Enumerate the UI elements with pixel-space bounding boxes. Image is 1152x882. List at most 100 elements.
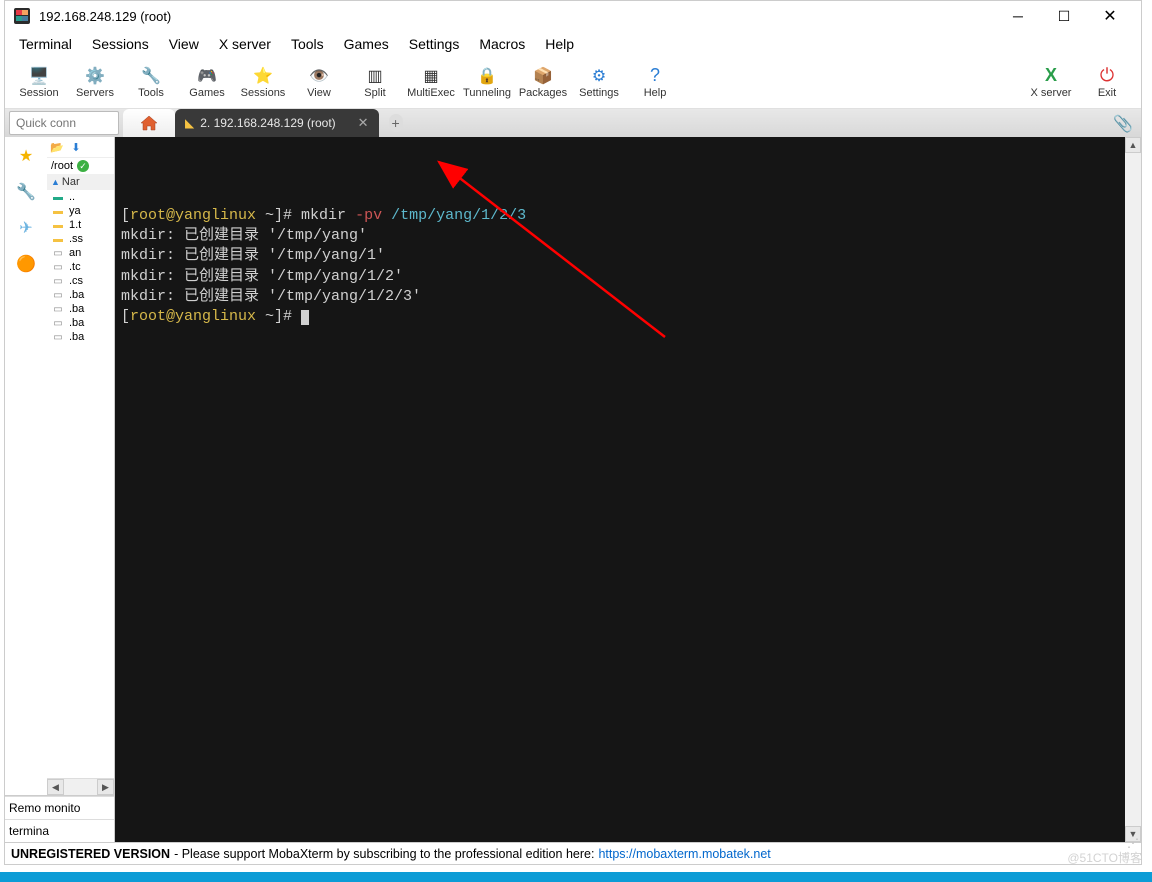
path-row: /root ✓ (47, 158, 114, 174)
tool-split[interactable]: ▥Split (347, 59, 403, 107)
resize-grip[interactable]: ⋰ (1127, 836, 1139, 850)
tabbar: ◣ 2. 192.168.248.129 (root) ✕ + 📎 (5, 109, 1141, 137)
tool-servers[interactable]: ⚙️Servers (67, 59, 123, 107)
file-row[interactable]: ▬1.t (47, 218, 114, 232)
scroll-right-icon[interactable]: ▶ (97, 779, 114, 795)
close-button[interactable]: ✕ (1087, 1, 1133, 31)
tool-settings[interactable]: ⚙Settings (571, 59, 627, 107)
tool-games[interactable]: 🎮Games (179, 59, 235, 107)
quick-connect-input[interactable] (9, 111, 119, 135)
menu-tools[interactable]: Tools (281, 33, 334, 55)
help-icon: ? (645, 67, 665, 85)
settings-icon: ⚙ (589, 67, 609, 85)
menu-games[interactable]: Games (334, 33, 399, 55)
tool-help[interactable]: ?Help (627, 59, 683, 107)
tab-close-icon[interactable]: ✕ (358, 115, 369, 131)
paperclip-icon[interactable]: 📎 (1113, 114, 1133, 134)
tool-tunneling[interactable]: 🔒Tunneling (459, 59, 515, 107)
x-server-icon: X (1041, 67, 1061, 85)
maximize-button[interactable]: ☐ (1041, 1, 1087, 31)
menu-sessions[interactable]: Sessions (82, 33, 159, 55)
status-bar: UNREGISTERED VERSION - Please support Mo… (5, 842, 1141, 864)
tool-x-server[interactable]: XX server (1023, 59, 1079, 107)
status-text: - Please support MobaXterm by subscribin… (174, 847, 594, 861)
terminal-line: mkdir: 已创建目录 '/tmp/yang/1/2' (121, 267, 1119, 287)
folder-icon: ▬ (51, 205, 65, 217)
file-row[interactable]: ▬.ss (47, 232, 114, 246)
application-window: 192.168.248.129 (root) ─ ☐ ✕ TerminalSes… (4, 0, 1142, 865)
titlebar: 192.168.248.129 (root) ─ ☐ ✕ (5, 1, 1141, 31)
tool-sessions[interactable]: ⭐Sessions (235, 59, 291, 107)
file-row[interactable]: ▬ya (47, 204, 114, 218)
split-icon: ▥ (365, 67, 385, 85)
minimize-button[interactable]: ─ (995, 1, 1041, 31)
terminal-tab[interactable]: termina (5, 819, 114, 842)
tools-icon[interactable]: 🔧 (11, 177, 41, 207)
tool-tools[interactable]: 🔧Tools (123, 59, 179, 107)
file-icon: ▭ (51, 317, 65, 329)
terminal-scrollbar[interactable]: ▲ ▼ (1125, 137, 1141, 842)
menu-terminal[interactable]: Terminal (9, 33, 82, 55)
status-version: UNREGISTERED VERSION (11, 847, 170, 861)
tool-view[interactable]: 👁️View (291, 59, 347, 107)
file-row[interactable]: ▭an (47, 246, 114, 260)
toolbar: 🖥️Session⚙️Servers🔧Tools🎮Games⭐Sessions👁… (5, 57, 1141, 109)
terminal[interactable]: [root@yanglinux ~]# mkdir -pv /tmp/yang/… (115, 137, 1125, 842)
main-area: ★ 🔧 ✈ 🟠 📂 ⬇ /root ✓ ▲ (5, 137, 1141, 842)
file-row[interactable]: ▭.tc (47, 260, 114, 274)
menu-help[interactable]: Help (535, 33, 584, 55)
tools-icon: 🔧 (141, 67, 161, 85)
home-tab[interactable] (123, 109, 175, 137)
scroll-left-icon[interactable]: ◀ (47, 779, 64, 795)
menubar: TerminalSessionsViewX serverToolsGamesSe… (5, 31, 1141, 57)
favorites-icon[interactable]: ★ (11, 141, 41, 171)
file-icon: ▭ (51, 275, 65, 287)
tool-packages[interactable]: 📦Packages (515, 59, 571, 107)
file-row[interactable]: ▭.ba (47, 330, 114, 344)
cursor (301, 310, 309, 325)
folder-icon: ▬ (51, 219, 65, 231)
menu-settings[interactable]: Settings (399, 33, 470, 55)
servers-icon: ⚙️ (85, 67, 105, 85)
menu-x-server[interactable]: X server (209, 33, 281, 55)
scroll-up-icon[interactable]: ▲ (1125, 137, 1141, 153)
multiexec-icon: ▦ (421, 67, 441, 85)
tool-exit[interactable]: ⏻Exit (1079, 59, 1135, 107)
folder-icon: ▬ (51, 233, 65, 245)
sessions-icon: ⭐ (253, 67, 273, 85)
watermark: @51CTO博客 (1067, 849, 1142, 866)
terminal-line: mkdir: 已创建目录 '/tmp/yang/1/2/3' (121, 287, 1119, 307)
terminal-line: mkdir: 已创建目录 '/tmp/yang/1' (121, 246, 1119, 266)
send-icon[interactable]: ✈ (11, 213, 41, 243)
column-header[interactable]: ▲ Nar (47, 174, 114, 190)
remote-monitor-tab[interactable]: Remo monito (5, 796, 114, 819)
file-row[interactable]: ▬.. (47, 190, 114, 204)
file-hscroll[interactable]: ◀ ▶ (47, 778, 114, 795)
add-tab-button[interactable]: + (379, 109, 413, 137)
tool-multiexec[interactable]: ▦MultiExec (403, 59, 459, 107)
tab-label: 2. 192.168.248.129 (root) (200, 116, 335, 130)
terminal-container: [root@yanglinux ~]# mkdir -pv /tmp/yang/… (115, 137, 1141, 842)
file-row[interactable]: ▭.cs (47, 274, 114, 288)
path-ok-icon: ✓ (77, 160, 89, 172)
status-link[interactable]: https://mobaxterm.mobatek.net (598, 847, 770, 861)
current-path: /root (51, 160, 73, 172)
file-icon: ▭ (51, 331, 65, 343)
exit-icon: ⏻ (1097, 67, 1117, 85)
folder-open-icon[interactable]: 📂 (49, 140, 65, 154)
file-list[interactable]: ▬..▬ya▬1.t▬.ss▭an▭.tc▭.cs▭.ba▭.ba▭.ba▭.b… (47, 190, 114, 778)
terminal-line: [root@yanglinux ~]# (121, 307, 1119, 327)
session-tab-active[interactable]: ◣ 2. 192.168.248.129 (root) ✕ (175, 109, 379, 137)
packages-icon: 📦 (533, 67, 553, 85)
globe-icon[interactable]: 🟠 (11, 249, 41, 279)
menu-view[interactable]: View (159, 33, 209, 55)
menu-macros[interactable]: Macros (469, 33, 535, 55)
tool-session[interactable]: 🖥️Session (11, 59, 67, 107)
download-icon[interactable]: ⬇ (68, 140, 84, 154)
file-browser-toolbar: 📂 ⬇ (47, 137, 114, 158)
file-row[interactable]: ▭.ba (47, 302, 114, 316)
file-row[interactable]: ▭.ba (47, 316, 114, 330)
file-icon: ▭ (51, 261, 65, 273)
gfolder-icon: ▬ (51, 191, 65, 203)
file-row[interactable]: ▭.ba (47, 288, 114, 302)
